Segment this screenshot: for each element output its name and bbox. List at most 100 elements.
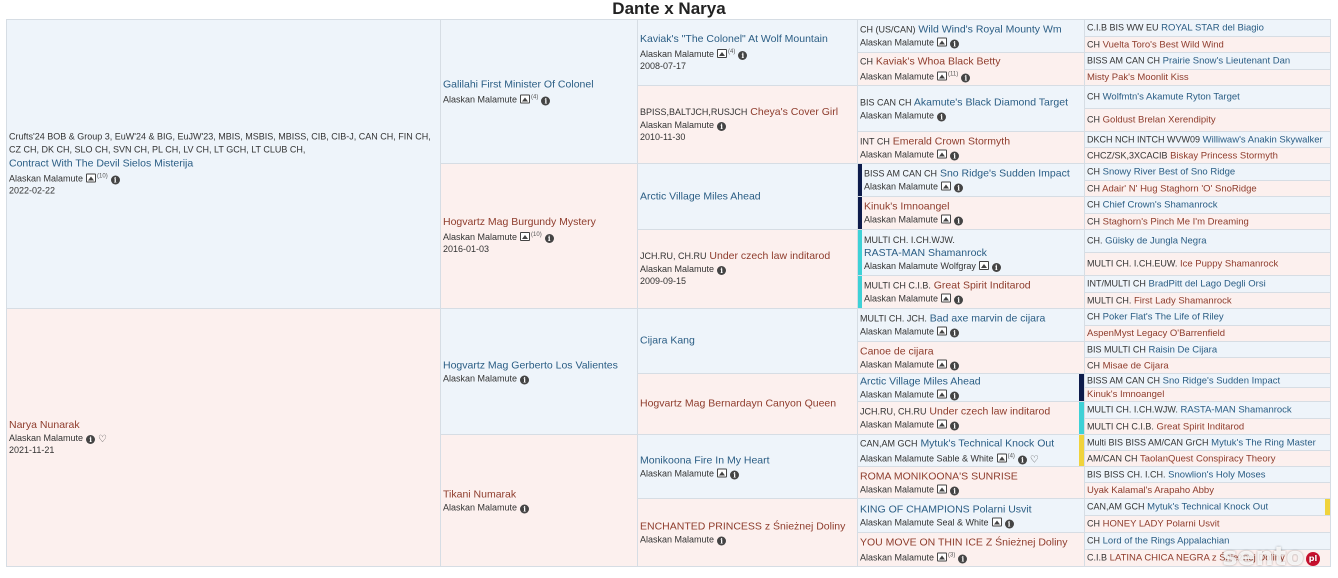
info-icon[interactable]: i — [950, 151, 960, 160]
dog-name-link[interactable]: ENCHANTED PRINCESS z Śnieżnej Doliny — [640, 520, 845, 532]
info-icon[interactable]: i — [520, 375, 530, 384]
dog-name-link[interactable]: Wild Wind's Royal Mounty Wm — [918, 24, 1061, 36]
dog-name-link[interactable]: Williwaw's Anakin Skywalker — [1203, 134, 1323, 145]
info-icon[interactable]: i — [717, 536, 727, 545]
dog-name-link[interactable]: Snowlion's Holy Moses — [1168, 469, 1265, 480]
dog-name-link[interactable]: ROYAL STAR del Biagio — [1161, 23, 1264, 34]
dog-name-link[interactable]: Staghorn's Pinch Me I'm Dreaming — [1103, 216, 1249, 227]
info-icon[interactable]: i — [991, 262, 1001, 272]
dog-name-link[interactable]: RASTA-MAN Shamanrock — [1180, 405, 1291, 416]
photo-gallery-icon[interactable] — [717, 48, 728, 58]
info-icon[interactable]: i — [738, 50, 748, 60]
dog-name-link[interactable]: Mytuk's Technical Knock Out — [920, 437, 1054, 449]
dog-name-link[interactable]: Arctic Village Miles Ahead — [640, 190, 761, 202]
info-icon[interactable]: i — [520, 504, 530, 513]
info-icon[interactable]: i — [730, 470, 740, 479]
dog-name-link[interactable]: Prairie Snow's Lieutenant Dan — [1163, 56, 1291, 67]
info-icon[interactable]: i — [544, 234, 554, 243]
dog-name-link[interactable]: Sno Ridge's Sudden Impact — [1163, 375, 1280, 386]
photo-gallery-icon[interactable] — [937, 359, 948, 368]
health-heart-icon[interactable]: ♡ — [1030, 455, 1040, 465]
dog-name-link[interactable]: Kaviak's Whoa Black Betty — [876, 56, 1001, 68]
dog-name-link[interactable]: Vuelta Toro's Best Wild Wind — [1103, 39, 1224, 50]
info-icon[interactable]: i — [961, 73, 971, 83]
info-icon[interactable]: i — [717, 121, 727, 131]
photo-gallery-icon[interactable] — [520, 232, 531, 241]
photo-gallery-icon[interactable] — [996, 453, 1007, 462]
dog-name-link[interactable]: Mytuk's Technical Knock Out — [1147, 502, 1268, 513]
dog-name-link[interactable]: Cijara Kang — [640, 335, 695, 347]
photo-gallery-icon[interactable] — [717, 468, 728, 477]
dog-name-link[interactable]: AspenMyst Legacy O'Barrenfield — [1087, 328, 1225, 339]
dog-name-link[interactable]: Bad axe marvin de cijara — [930, 313, 1046, 325]
photo-gallery-icon[interactable] — [941, 293, 952, 303]
dog-name-link[interactable]: Hogvartz Mag Bernardayn Canyon Queen — [640, 398, 836, 410]
dog-name-link[interactable]: Goldust Brelan Xerendipity — [1103, 115, 1216, 126]
dog-name-link[interactable]: Hogvartz Mag Gerberto Los Valientes — [443, 359, 618, 371]
info-icon[interactable]: i — [950, 328, 960, 338]
info-icon[interactable]: i — [950, 391, 960, 400]
dog-name-link[interactable]: Galilahi First Minister Of Colonel — [443, 78, 594, 90]
dog-name-link[interactable]: KING OF CHAMPIONS Polarni Usvit — [860, 503, 1032, 515]
dog-name-link[interactable]: Kinuk's Imnoangel — [1087, 389, 1164, 400]
dog-name-link[interactable]: Misae de Cijara — [1103, 360, 1169, 371]
info-icon[interactable]: i — [954, 295, 964, 305]
dog-name-link[interactable]: Adair' N' Hug Staghorn 'O' SnoRidge — [1102, 183, 1257, 194]
dog-name-link[interactable]: Hogvartz Mag Burgundy Mystery — [443, 216, 596, 228]
dog-name-link[interactable]: ROMA MONIKOONA'S SUNRISE — [860, 470, 1018, 482]
photo-gallery-icon[interactable] — [941, 181, 952, 191]
dog-name-link[interactable]: TaolanQuest Conspiracy Theory — [1140, 453, 1276, 464]
dog-name-link[interactable]: Uyak Kalamal's Arapaho Abby — [1087, 485, 1214, 496]
info-icon[interactable]: i — [950, 486, 960, 495]
dog-name-link[interactable]: Tikani Numarak — [443, 488, 516, 500]
dog-name-link[interactable]: Chief Crown's Shamanrock — [1103, 200, 1218, 211]
dog-name-link[interactable]: First Lady Shamanrock — [1134, 295, 1232, 306]
dog-name-link[interactable]: Mytuk's The Ring Master — [1211, 437, 1316, 448]
dog-name-link[interactable]: Kinuk's Imnoangel — [864, 201, 949, 213]
info-icon[interactable]: i — [86, 434, 96, 444]
dog-name-link[interactable]: Wolfmtn's Akamute Ryton Target — [1103, 92, 1240, 103]
dog-name-link[interactable]: Canoe de cijara — [860, 345, 934, 357]
dog-name-link[interactable]: Akamute's Black Diamond Target — [914, 96, 1068, 108]
dog-name-link[interactable]: Monikoona Fire In My Heart — [640, 454, 770, 466]
dog-name-link[interactable]: Under czech law inditarod — [709, 250, 830, 262]
dog-name-link[interactable]: Narya Nunarak — [9, 419, 80, 431]
info-icon[interactable]: i — [950, 421, 960, 431]
photo-gallery-icon[interactable] — [991, 517, 1002, 526]
photo-gallery-icon[interactable] — [937, 71, 948, 81]
dog-name-link[interactable]: Kaviak's "The Colonel" At Wolf Mountain — [640, 33, 828, 45]
dog-name-link[interactable]: Contract With The Devil Sielos Misterija — [9, 158, 193, 170]
info-icon[interactable]: i — [937, 112, 947, 121]
dog-name-link[interactable]: Lord of the Rings Appalachian — [1103, 536, 1230, 547]
dog-name-link[interactable]: Sno Ridge's Sudden Impact — [940, 168, 1070, 180]
photo-gallery-icon[interactable] — [937, 552, 948, 561]
dog-name-link[interactable]: Great Spirit Inditarod — [934, 280, 1031, 292]
info-icon[interactable]: i — [1017, 455, 1027, 464]
dog-name-link[interactable]: RASTA-MAN Shamanrock — [864, 247, 987, 259]
dog-name-link[interactable]: Under czech law inditarod — [929, 406, 1050, 418]
dog-name-link[interactable]: Biskay Princess Stormyth — [1170, 150, 1278, 161]
info-icon[interactable]: i — [541, 96, 551, 105]
info-icon[interactable]: i — [1004, 519, 1014, 528]
dog-name-link[interactable]: YOU MOVE ON THIN ICE Z Śnieżnej Doliny — [860, 536, 1068, 548]
dog-name-link[interactable]: Arctic Village Miles Ahead — [860, 375, 981, 387]
dog-name-link[interactable]: Güisky de Jungla Negra — [1105, 236, 1206, 247]
photo-gallery-icon[interactable] — [937, 484, 948, 493]
dog-name-link[interactable]: Cheya's Cover Girl — [750, 106, 838, 118]
photo-gallery-icon[interactable] — [937, 389, 948, 398]
photo-gallery-icon[interactable] — [937, 419, 948, 429]
info-icon[interactable]: i — [717, 266, 727, 275]
photo-gallery-icon[interactable] — [520, 94, 531, 103]
info-icon[interactable]: i — [954, 216, 964, 226]
photo-gallery-icon[interactable] — [937, 326, 948, 336]
dog-name-link[interactable]: Poker Flat's The Life of Riley — [1103, 312, 1224, 323]
photo-gallery-icon[interactable] — [86, 173, 97, 183]
dog-name-link[interactable]: Misty Pak's Moonlit Kiss — [1087, 72, 1189, 83]
photo-gallery-icon[interactable] — [937, 37, 948, 47]
info-icon[interactable]: i — [950, 361, 960, 370]
health-heart-icon[interactable]: ♡ — [98, 434, 108, 444]
dog-name-link[interactable]: Snowy River Best of Sno Ridge — [1103, 167, 1236, 178]
photo-gallery-icon[interactable] — [937, 149, 948, 158]
dog-name-link[interactable]: Emerald Crown Stormyth — [893, 135, 1010, 147]
dog-name-link[interactable]: HONEY LADY Polarni Usvit — [1103, 519, 1220, 530]
